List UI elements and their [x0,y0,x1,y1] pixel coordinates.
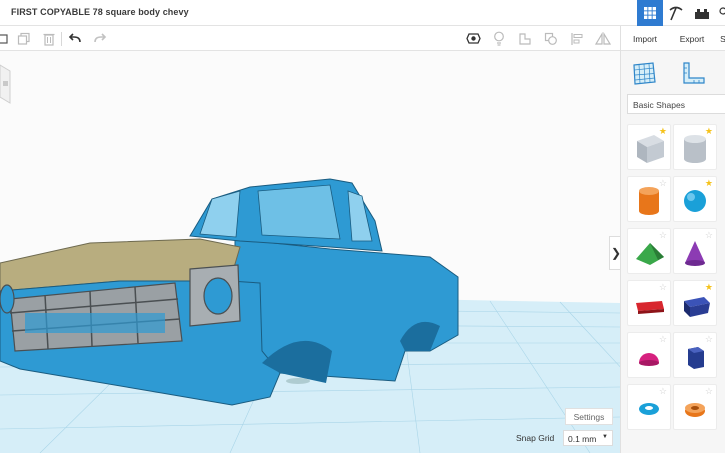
tinkercad-editor: FIRST COPYABLE 78 square body chevy Sett… [0,0,725,453]
workplane-viewport[interactable]: ❯ Settings Snap Grid 0.1 mm ▼ [0,51,620,453]
title-bar: FIRST COPYABLE 78 square body chevy [0,0,725,26]
favorite-star-icon[interactable]: ★ [705,127,713,136]
project-title[interactable]: FIRST COPYABLE 78 square body chevy [11,7,189,17]
shape-tile-torus[interactable]: ☆ [627,384,671,430]
group-icon[interactable] [542,30,560,47]
shape-tile-cylinder[interactable]: ★ [673,124,717,170]
shape-tile-sphere[interactable]: ★ [673,176,717,222]
toolbar-divider [61,32,62,46]
grid-view-icon[interactable] [637,0,663,26]
shape-tile-tube[interactable]: ☆ [673,384,717,430]
export-button[interactable]: Export [672,30,712,47]
shape-tile-roof[interactable]: ☆ [627,228,671,274]
user-icon[interactable] [715,0,725,26]
favorite-star-icon[interactable]: ☆ [659,283,667,292]
favorite-star-icon[interactable]: ☆ [659,335,667,344]
light-bulb-icon[interactable] [490,30,508,47]
snap-grid-value: 0.1 mm [568,434,597,444]
truck-model[interactable] [0,178,459,406]
favorite-star-icon[interactable]: ☆ [705,387,713,396]
favorite-star-icon[interactable]: ☆ [659,179,667,188]
ruler-icon[interactable] [681,60,707,86]
snap-grid-label: Snap Grid [516,433,555,443]
edit-toolbar [0,26,620,51]
copy-icon[interactable] [15,30,33,47]
favorite-star-icon[interactable]: ☆ [659,231,667,240]
favorite-star-icon[interactable]: ★ [705,179,713,188]
import-button[interactable]: Import [625,30,665,47]
send-to-button[interactable]: S [719,30,725,47]
new-shape-icon[interactable] [0,30,12,47]
note-icon[interactable] [516,30,534,47]
shapes-panel: Import Export S Basic Shapes ★ ★ ☆ ★ ☆ ☆… [620,26,725,453]
snap-grid-select[interactable]: 0.1 mm ▼ [563,430,613,446]
favorite-star-icon[interactable]: ☆ [705,231,713,240]
view-cube[interactable] [0,64,11,104]
align-icon[interactable] [568,30,586,47]
panel-actions: Import Export S [621,26,725,51]
pickaxe-icon[interactable] [663,0,689,26]
shape-tile-text[interactable]: ☆ [627,280,671,326]
delete-icon[interactable] [40,30,58,47]
undo-icon[interactable] [66,30,84,47]
shape-tile-cylinder-orange[interactable]: ☆ [627,176,671,222]
bricks-icon[interactable] [689,0,715,26]
workplane-icon[interactable] [631,60,657,86]
top-nav [637,0,725,26]
chevron-down-icon: ▼ [602,434,608,440]
favorite-star-icon[interactable]: ☆ [705,335,713,344]
workplane-scene [0,64,620,453]
redo-icon[interactable] [91,30,109,47]
settings-button[interactable]: Settings [565,408,613,425]
shape-tile-cone[interactable]: ☆ [673,228,717,274]
shape-tile-half-sphere[interactable]: ☆ [627,332,671,378]
favorite-star-icon[interactable]: ★ [705,283,713,292]
shape-tile-box-blue[interactable]: ★ [673,280,717,326]
shape-tile-box[interactable]: ★ [627,124,671,170]
favorite-star-icon[interactable]: ★ [659,127,667,136]
panel-collapse-toggle[interactable]: ❯ [609,236,620,270]
favorite-star-icon[interactable]: ☆ [659,387,667,396]
mirror-icon[interactable] [594,30,612,47]
shape-category-select[interactable]: Basic Shapes [627,94,725,114]
shape-tile-polygon[interactable]: ☆ [673,332,717,378]
visibility-icon[interactable] [464,30,482,47]
